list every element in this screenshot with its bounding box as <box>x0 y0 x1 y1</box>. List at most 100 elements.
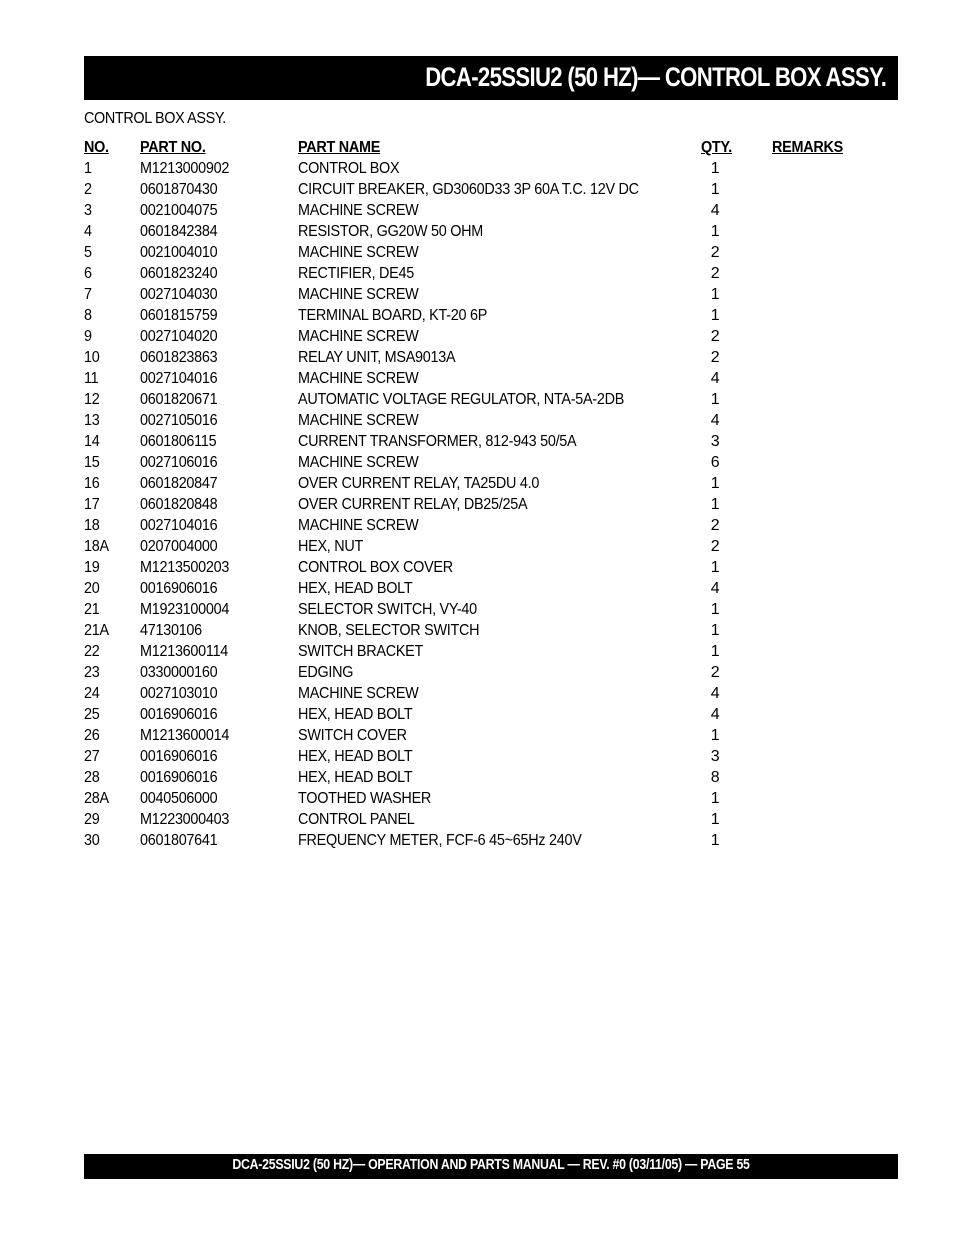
row-qty: 2 <box>710 517 720 534</box>
table-row: 12 0601820671 AUTOMATIC VOLTAGE REGULATOR,… <box>84 389 884 410</box>
row-qty: 1 <box>710 160 720 177</box>
row-qty: 4 <box>710 370 720 387</box>
row-qty: 1 <box>710 223 720 240</box>
table-row: 21A 47130106 KNOB, SELECTOR SWITCH 1 <box>84 620 884 641</box>
row-part-no: 0601820847 <box>140 475 218 492</box>
row-qty: 6 <box>710 454 720 471</box>
row-part-name: EDGING <box>298 664 354 681</box>
row-qty: 3 <box>710 748 720 765</box>
table-row: 15 0027106016 MACHINE SCREW 6 <box>84 452 884 473</box>
table-row: 28 0016906016 HEX, HEAD BOLT 8 <box>84 767 884 788</box>
row-part-no: 0016906016 <box>140 706 218 723</box>
table-row: 25 0016906016 HEX, HEAD BOLT 4 <box>84 704 884 725</box>
row-part-name: OVER CURRENT RELAY, TA25DU 4.0 <box>298 475 540 492</box>
row-part-name: SWITCH COVER <box>298 727 407 744</box>
row-part-no: 0027104016 <box>140 517 218 534</box>
row-no: 29 <box>84 811 100 828</box>
row-part-no: 0027106016 <box>140 454 218 471</box>
row-qty: 1 <box>710 811 720 828</box>
table-row: 5 0021004010 MACHINE SCREW 2 <box>84 242 884 263</box>
row-qty: 4 <box>710 580 720 597</box>
row-no: 26 <box>84 727 100 744</box>
table-row: 9 0027104020 MACHINE SCREW 2 <box>84 326 884 347</box>
row-part-name: SELECTOR SWITCH, VY-40 <box>298 601 477 618</box>
row-part-no: 0021004075 <box>140 202 218 219</box>
page-title-bar: DCA-25SSIU2 (50 HZ)— CONTROL BOX ASSY. <box>84 56 898 100</box>
row-no: 18 <box>84 517 100 534</box>
row-no: 12 <box>84 391 100 408</box>
table-row: 19 M1213500203 CONTROL BOX COVER 1 <box>84 557 884 578</box>
row-part-no: 0601820848 <box>140 496 218 513</box>
row-no: 5 <box>84 244 92 261</box>
table-row: 18 0027104016 MACHINE SCREW 2 <box>84 515 884 536</box>
row-qty: 1 <box>710 622 720 639</box>
row-no: 14 <box>84 433 100 450</box>
table-body: 1 M1213000902 CONTROL BOX 1 2 0601870430 CIRCU… <box>84 158 884 851</box>
row-part-no: 0601815759 <box>140 307 218 324</box>
column-header-no: NO. <box>84 139 109 156</box>
row-part-name: TOOTHED WASHER <box>298 790 432 807</box>
row-no: 27 <box>84 748 100 765</box>
row-qty: 1 <box>710 307 720 324</box>
row-part-name: HEX, HEAD BOLT <box>298 769 413 786</box>
row-part-no: M1213600014 <box>140 727 230 744</box>
table-row: 23 0330000160 EDGING 2 <box>84 662 884 683</box>
page-footer: DCA-25SSIU2 (50 HZ)— OPERATION AND PARTS… <box>232 1157 750 1173</box>
row-no: 11 <box>84 370 99 387</box>
table-row: 17 0601820848 OVER CURRENT RELAY, DB25/25A… <box>84 494 884 515</box>
table-row: 7 0027104030 MACHINE SCREW 1 <box>84 284 884 305</box>
row-no: 28 <box>84 769 100 786</box>
page-footer-bar: DCA-25SSIU2 (50 HZ)— OPERATION AND PARTS… <box>84 1154 898 1179</box>
row-qty: 1 <box>710 286 720 303</box>
table-row: 20 0016906016 HEX, HEAD BOLT 4 <box>84 578 884 599</box>
row-part-name: MACHINE SCREW <box>298 202 419 219</box>
row-no: 13 <box>84 412 100 429</box>
table-row: 29 M1223000403 CONTROL PANEL 1 <box>84 809 884 830</box>
row-no: 15 <box>84 454 100 471</box>
row-qty: 2 <box>710 265 720 282</box>
table-row: 8 0601815759 TERMINAL BOARD, KT-20 6P 1 <box>84 305 884 326</box>
row-no: 10 <box>84 349 100 366</box>
table-row: 21 M1923100004 SELECTOR SWITCH, VY-40 1 <box>84 599 884 620</box>
row-qty: 4 <box>710 706 720 723</box>
parts-table: NO. PART NO. PART NAME QTY. REMARKS 1 M12… <box>84 137 884 851</box>
row-part-name: TERMINAL BOARD, KT-20 6P <box>298 307 488 324</box>
row-no: 1 <box>84 160 92 177</box>
row-qty: 2 <box>710 664 720 681</box>
row-part-no: 0027104016 <box>140 370 218 387</box>
row-part-no: 0016906016 <box>140 580 218 597</box>
table-header-row: NO. PART NO. PART NAME QTY. REMARKS <box>84 137 884 158</box>
row-no: 23 <box>84 664 100 681</box>
table-row: 10 0601823863 RELAY UNIT, MSA9013A 2 <box>84 347 884 368</box>
row-part-name: MACHINE SCREW <box>298 370 419 387</box>
row-part-no: 0330000160 <box>140 664 218 681</box>
table-row: 13 0027105016 MACHINE SCREW 4 <box>84 410 884 431</box>
row-no: 18A <box>84 538 109 555</box>
row-no: 28A <box>84 790 109 807</box>
row-no: 21 <box>84 601 100 618</box>
row-no: 21A <box>84 622 109 639</box>
table-row: 4 0601842384 RESISTOR, GG20W 50 OHM 1 <box>84 221 884 242</box>
row-qty: 1 <box>710 727 720 744</box>
row-part-no: 0601807641 <box>140 832 218 849</box>
row-part-no: 0027104020 <box>140 328 218 345</box>
section-label: CONTROL BOX ASSY. <box>84 110 226 127</box>
row-part-name: KNOB, SELECTOR SWITCH <box>298 622 480 639</box>
row-no: 24 <box>84 685 100 702</box>
row-part-no: M1223000403 <box>140 811 230 828</box>
row-no: 8 <box>84 307 92 324</box>
row-part-name: RESISTOR, GG20W 50 OHM <box>298 223 484 240</box>
row-part-name: MACHINE SCREW <box>298 454 419 471</box>
row-part-name: MACHINE SCREW <box>298 286 419 303</box>
row-no: 6 <box>84 265 92 282</box>
table-row: 30 0601807641 FREQUENCY METER, FCF-6 45~65… <box>84 830 884 851</box>
row-part-name: RELAY UNIT, MSA9013A <box>298 349 456 366</box>
row-part-no: 0601820671 <box>140 391 218 408</box>
row-part-no: 0601870430 <box>140 181 218 198</box>
table-row: 28A 0040506000 TOOTHED WASHER 1 <box>84 788 884 809</box>
row-part-no: 0601806115 <box>140 433 217 450</box>
row-part-no: M1213000902 <box>140 160 230 177</box>
row-part-no: 0601823240 <box>140 265 218 282</box>
row-no: 25 <box>84 706 100 723</box>
row-part-no: 0021004010 <box>140 244 218 261</box>
